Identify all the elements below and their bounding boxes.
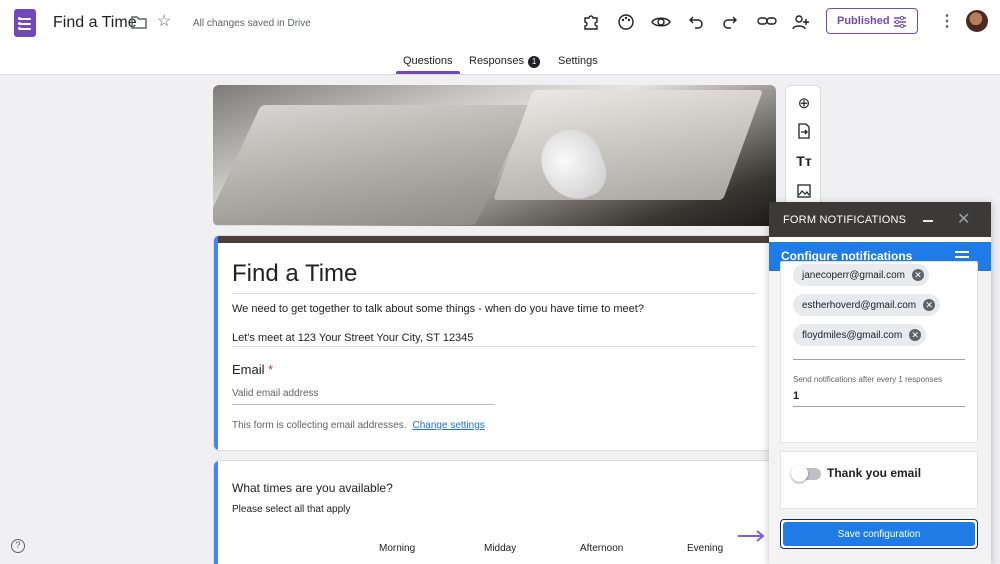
tab-responses-label: Responses	[469, 55, 525, 67]
required-marker: *	[268, 362, 274, 377]
form-title[interactable]: Find a Time	[232, 260, 357, 288]
remove-chip-icon[interactable]: ✕	[923, 299, 936, 311]
link-icon[interactable]	[757, 13, 777, 34]
side-toolbar: ⊕ Tт	[785, 85, 821, 210]
palette-icon[interactable]	[617, 13, 635, 36]
pointer-arrow-icon	[738, 530, 765, 542]
publish-button[interactable]: Published	[826, 8, 918, 34]
form-address[interactable]: Let's meet at 123 Your Street Your City,…	[232, 332, 473, 344]
email-chip-text: estherhoverd@gmail.com	[802, 299, 917, 311]
avatar[interactable]	[966, 10, 988, 32]
email-label-text: Email	[232, 362, 265, 377]
email-chip-text: floydmiles@gmail.com	[802, 329, 903, 341]
frequency-underline	[793, 406, 965, 407]
recipients-box: janecoperr@gmail.com ✕ estherhoverd@gmai…	[780, 261, 978, 443]
form-notifications-panel: FORM NOTIFICATIONS ✕ Configure notificat…	[769, 202, 991, 564]
form-tabs: Questions Responses 1 Settings	[0, 48, 1000, 75]
email-chip: estherhoverd@gmail.com ✕	[793, 294, 941, 316]
description-underline	[232, 346, 757, 347]
add-image-icon[interactable]	[795, 183, 813, 203]
addon-puzzle-icon[interactable]	[582, 13, 600, 36]
frequency-input[interactable]: 1	[793, 390, 799, 402]
save-configuration-label: Save configuration	[837, 528, 921, 540]
top-app-bar: Find a Time ☆ All changes saved in Drive…	[0, 0, 1000, 48]
save-configuration-button[interactable]: Save configuration	[780, 519, 978, 549]
preview-eye-icon[interactable]	[651, 13, 671, 36]
close-icon[interactable]: ✕	[957, 209, 970, 229]
minimize-icon[interactable]	[923, 220, 933, 222]
remove-chip-icon[interactable]: ✕	[911, 269, 924, 281]
question-title[interactable]: What times are you available?	[232, 481, 393, 495]
grid-column-afternoon: Afternoon	[580, 543, 624, 554]
add-title-icon[interactable]: Tт	[795, 153, 813, 169]
thank-you-label: Thank you email	[827, 466, 922, 480]
email-field[interactable]: Valid email address	[232, 388, 319, 399]
star-icon[interactable]: ☆	[157, 13, 171, 31]
collect-note-text: This form is collecting email addresses.	[232, 420, 407, 431]
publish-label: Published	[837, 15, 890, 27]
change-settings-link[interactable]: Change settings	[413, 420, 485, 431]
email-field-underline	[232, 404, 495, 405]
grid-column-morning: Morning	[379, 543, 416, 554]
thank-you-toggle[interactable]	[791, 465, 821, 482]
grid-column-evening: Evening	[687, 543, 724, 554]
document-title[interactable]: Find a Time	[53, 14, 137, 32]
grid-column-midday: Midday	[484, 543, 517, 554]
question-card: What times are you available? Please sel…	[213, 460, 776, 564]
forms-app-icon[interactable]	[14, 9, 36, 37]
undo-icon[interactable]	[688, 13, 704, 34]
active-tab-indicator	[396, 71, 460, 74]
import-questions-icon[interactable]	[795, 123, 813, 143]
save-status: All changes saved in Drive	[193, 18, 311, 29]
add-question-icon[interactable]: ⊕	[795, 94, 813, 112]
tab-questions[interactable]: Questions	[403, 55, 453, 67]
panel-header: FORM NOTIFICATIONS ✕	[769, 202, 991, 237]
email-chip: janecoperr@gmail.com ✕	[793, 264, 929, 286]
email-chip-text: janecoperr@gmail.com	[802, 269, 905, 281]
active-card-indicator	[214, 461, 218, 564]
header-image	[213, 85, 776, 226]
folder-icon[interactable]	[131, 15, 147, 34]
tab-settings[interactable]: Settings	[558, 55, 598, 67]
theme-color-bar	[214, 236, 775, 243]
active-card-indicator	[214, 236, 218, 450]
tab-responses[interactable]: Responses 1	[469, 55, 541, 68]
panel-body: janecoperr@gmail.com ✕ estherhoverd@gmai…	[769, 261, 991, 564]
email-field-label: Email *	[232, 362, 273, 377]
collect-email-note: This form is collecting email addresses.…	[232, 420, 485, 431]
recipients-input[interactable]	[793, 359, 965, 360]
email-chip: floydmiles@gmail.com ✕	[793, 324, 927, 346]
responses-count-badge: 1	[528, 56, 541, 68]
redo-icon[interactable]	[722, 13, 738, 34]
thank-you-box: Thank you email	[780, 451, 978, 509]
panel-title: FORM NOTIFICATIONS	[783, 214, 907, 226]
title-underline	[232, 293, 757, 294]
form-description[interactable]: We need to get together to talk about so…	[232, 303, 644, 315]
help-icon[interactable]: ?	[11, 539, 25, 553]
publish-settings-icon	[893, 15, 907, 32]
question-subtitle[interactable]: Please select all that apply	[232, 504, 350, 515]
frequency-label: Send notifications after every 1 respons…	[793, 375, 942, 384]
more-vert-icon[interactable]: ⋮	[939, 13, 955, 31]
form-header-card: Find a Time We need to get together to t…	[213, 235, 776, 451]
remove-chip-icon[interactable]: ✕	[909, 329, 922, 341]
add-collaborator-icon[interactable]	[791, 13, 811, 36]
